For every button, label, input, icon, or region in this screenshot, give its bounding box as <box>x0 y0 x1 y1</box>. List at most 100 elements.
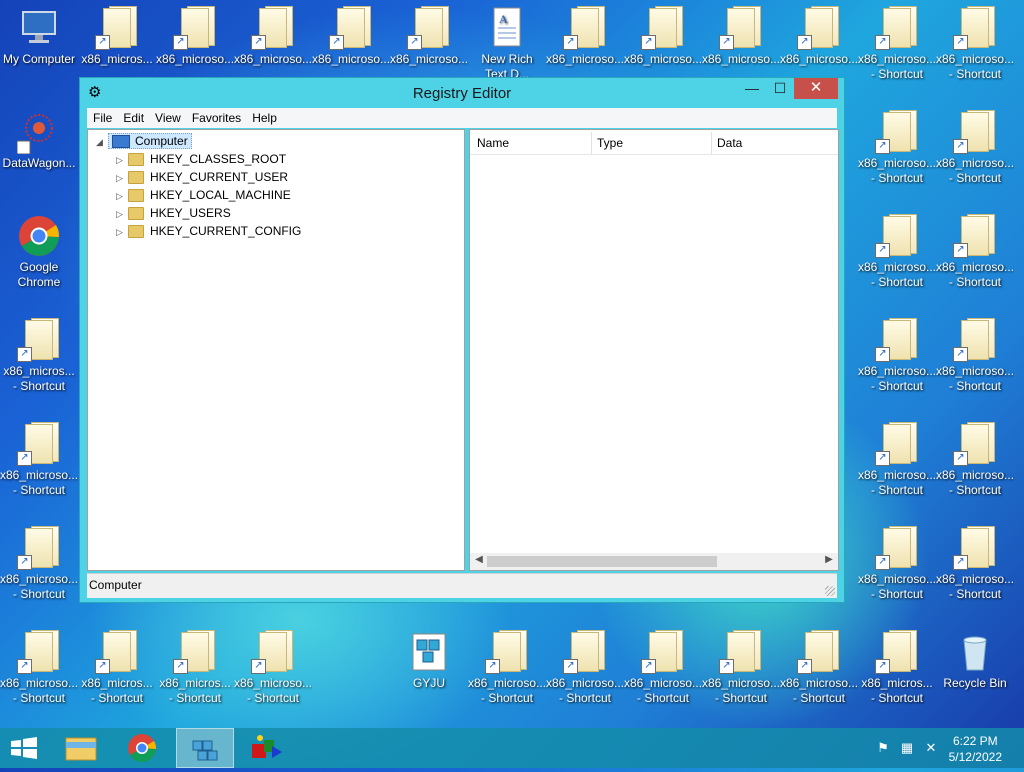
shortcut-icon: ↗ <box>95 630 139 674</box>
desktop-icon-label: Google Chrome <box>17 260 61 289</box>
desktop-icon[interactable]: ↗ x86_microso... <box>624 0 702 82</box>
desktop-icon[interactable]: ↗ x86_microso... - Shortcut <box>858 104 936 186</box>
desktop-icon[interactable]: ↗ x86_microso... <box>702 0 780 82</box>
tree-node-computer[interactable]: ◢ Computer <box>96 132 192 150</box>
taskbar-file-explorer[interactable] <box>52 728 110 768</box>
desktop-icon[interactable]: ↗ x86_micros... - Shortcut <box>156 624 234 706</box>
desktop-icon[interactable]: ↗ x86_microso... - Shortcut <box>858 0 936 82</box>
column-divider[interactable] <box>591 132 592 154</box>
menu-edit[interactable]: Edit <box>117 108 149 126</box>
scroll-thumb[interactable] <box>487 556 717 567</box>
desktop-icon[interactable]: ↗ x86_microso... - Shortcut <box>936 416 1014 498</box>
menu-view[interactable]: View <box>149 108 186 126</box>
desktop-icon[interactable]: ↗ x86_microso... - Shortcut <box>0 624 78 706</box>
expand-arrow-icon[interactable]: ▷ <box>116 223 128 241</box>
desktop-icon[interactable]: A New Rich Text D... <box>468 0 546 82</box>
desktop-icon[interactable]: ↗ x86_microso... - Shortcut <box>624 624 702 706</box>
expand-arrow-icon[interactable]: ▷ <box>116 187 128 205</box>
desktop-icon[interactable]: ↗ x86_microso... - Shortcut <box>858 416 936 498</box>
tree-node-hklm[interactable]: ▷ HKEY_LOCAL_MACHINE <box>116 186 291 204</box>
close-button[interactable]: ✕ <box>794 78 838 99</box>
taskbar-app-shapes[interactable] <box>238 728 296 768</box>
title-bar[interactable]: ⚙ Registry Editor — ☐ ✕ <box>80 78 844 108</box>
desktop-icon[interactable]: ↗ x86_micros... - Shortcut <box>0 312 78 394</box>
shortcut-icon: ↗ <box>953 318 997 362</box>
desktop-icon-label: x86_microso... - Shortcut <box>780 676 858 705</box>
desktop-icon[interactable]: ↗ x86_microso... - Shortcut <box>936 0 1014 82</box>
column-divider[interactable] <box>711 132 712 154</box>
tree-node-hkcu[interactable]: ▷ HKEY_CURRENT_USER <box>116 168 288 186</box>
desktop-icon[interactable]: ↗ x86_microso... - Shortcut <box>936 312 1014 394</box>
expand-arrow-icon[interactable]: ▷ <box>116 151 128 169</box>
desktop-icon[interactable]: ↗ x86_microso... - Shortcut <box>546 624 624 706</box>
taskbar-registry-editor[interactable] <box>176 728 234 768</box>
desktop-icon[interactable]: ↗ x86_micros... - Shortcut <box>858 624 936 706</box>
menu-help[interactable]: Help <box>246 108 282 126</box>
column-header-name[interactable]: Name <box>477 136 509 150</box>
registry-tree[interactable]: ◢ Computer ▷ HKEY_CLASSES_ROOT ▷ HKEY_CURRE… <box>87 129 465 571</box>
tree-node-hku[interactable]: ▷ HKEY_USERS <box>116 204 231 222</box>
resize-grip-icon[interactable] <box>825 586 835 596</box>
tree-node-hkcr[interactable]: ▷ HKEY_CLASSES_ROOT <box>116 150 286 168</box>
desktop-icon[interactable]: ↗ x86_microso... <box>156 0 234 82</box>
desktop-icon-label: x86_microso... - Shortcut <box>702 676 780 705</box>
file-explorer-icon <box>65 737 97 761</box>
column-header-data[interactable]: Data <box>717 136 742 150</box>
desktop-icon[interactable]: DataWagon... <box>0 104 78 186</box>
desktop-icon[interactable]: ↗ x86_microso... - Shortcut <box>0 520 78 602</box>
desktop-icon[interactable]: ↗ x86_microso... - Shortcut <box>780 624 858 706</box>
desktop-icon[interactable]: ↗ x86_microso... - Shortcut <box>702 624 780 706</box>
desktop-icon[interactable]: ↗ x86_microso... - Shortcut <box>858 312 936 394</box>
desktop-icon[interactable]: ↗ x86_microso... - Shortcut <box>0 416 78 498</box>
desktop-icon[interactable]: ↗ x86_microso... - Shortcut <box>858 208 936 290</box>
shortcut-icon: ↗ <box>719 630 763 674</box>
network-icon[interactable]: ▦ <box>899 740 915 756</box>
desktop-icon[interactable]: ↗ x86_microso... <box>390 0 468 82</box>
tree-node-hkcc[interactable]: ▷ HKEY_CURRENT_CONFIG <box>116 222 301 240</box>
chrome-icon <box>128 734 157 763</box>
action-center-flag-icon[interactable]: ⚑ <box>875 740 891 756</box>
desktop-icon-label: x86_microso... - Shortcut <box>858 468 936 497</box>
desktop-icon[interactable]: ↗ x86_microso... - Shortcut <box>468 624 546 706</box>
desktop-icon[interactable]: Recycle Bin <box>936 624 1014 706</box>
minimize-button[interactable]: — <box>738 78 766 99</box>
desktop-icon-label: x86_micros... - Shortcut <box>81 676 153 705</box>
scroll-left-icon[interactable]: ◀ <box>472 554 486 565</box>
desktop-icon[interactable]: ↗ x86_micros... - Shortcut <box>78 624 156 706</box>
desktop-icon[interactable]: ↗ x86_microso... <box>312 0 390 82</box>
desktop-icon[interactable]: ↗ x86_microso... <box>780 0 858 82</box>
desktop-icon[interactable]: ↗ x86_microso... - Shortcut <box>936 104 1014 186</box>
taskbar-chrome[interactable] <box>113 728 171 768</box>
expand-arrow-icon[interactable]: ▷ <box>116 205 128 223</box>
scroll-right-icon[interactable]: ▶ <box>822 554 836 565</box>
shortcut-icon: ↗ <box>641 630 685 674</box>
desktop-icon[interactable]: My Computer <box>0 0 78 82</box>
volume-muted-icon[interactable]: ✕ <box>923 740 939 756</box>
tree-node-label: HKEY_LOCAL_MACHINE <box>150 188 291 202</box>
window-title: Registry Editor <box>412 85 512 102</box>
desktop-icon[interactable]: ↗ x86_microso... <box>546 0 624 82</box>
column-header-type[interactable]: Type <box>597 136 623 150</box>
menu-file[interactable]: File <box>87 108 117 126</box>
shortcut-icon: ↗ <box>797 630 841 674</box>
values-list[interactable]: Name Type Data ◀ ▶ <box>469 129 839 571</box>
desktop-icon[interactable]: ↗ x86_microso... - Shortcut <box>936 520 1014 602</box>
clock[interactable]: 6:22 PM 5/12/2022 <box>949 733 1002 765</box>
desktop-icon-label: DataWagon... <box>2 156 76 170</box>
desktop-icon[interactable]: Google Chrome <box>0 208 78 290</box>
desktop-icon-label: x86_microso... - Shortcut <box>936 468 1014 497</box>
horizontal-scrollbar[interactable]: ◀ ▶ <box>470 553 838 570</box>
desktop-icon[interactable]: ↗ x86_micros... <box>78 0 156 82</box>
start-button[interactable] <box>0 728 58 768</box>
desktop-icon[interactable]: ↗ x86_microso... - Shortcut <box>234 624 312 706</box>
expand-arrow-icon[interactable]: ▷ <box>116 169 128 187</box>
desktop-icon[interactable]: ↗ x86_microso... <box>234 0 312 82</box>
desktop-icon[interactable]: ↗ x86_microso... - Shortcut <box>858 520 936 602</box>
menu-favorites[interactable]: Favorites <box>186 108 246 126</box>
maximize-button[interactable]: ☐ <box>766 78 794 99</box>
desktop-icon[interactable]: GYJU <box>390 624 468 706</box>
desktop-icon-label: x86_microso... - Shortcut <box>936 260 1014 289</box>
computer-icon <box>17 6 61 50</box>
collapse-arrow-icon[interactable]: ◢ <box>96 133 108 151</box>
desktop-icon[interactable]: ↗ x86_microso... - Shortcut <box>936 208 1014 290</box>
